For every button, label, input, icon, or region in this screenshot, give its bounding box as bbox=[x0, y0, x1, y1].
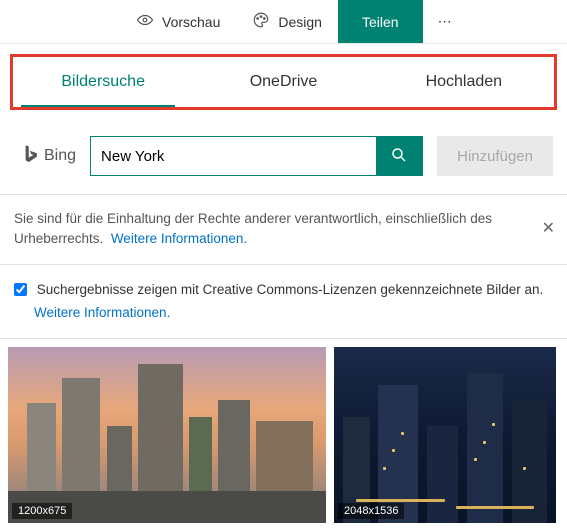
tab-image-search[interactable]: Bildersuche bbox=[13, 57, 193, 107]
top-toolbar: Vorschau Design Teilen ⋯ bbox=[0, 0, 567, 44]
image-source-tabs: Bildersuche OneDrive Hochladen bbox=[10, 54, 557, 110]
search-row: Bing Hinzufügen bbox=[0, 110, 567, 194]
result-thumbnail[interactable]: 2048x1536 bbox=[334, 347, 556, 523]
design-label: Design bbox=[278, 14, 322, 30]
cc-checkbox[interactable] bbox=[14, 283, 27, 296]
share-label: Teilen bbox=[362, 14, 399, 30]
more-button[interactable]: ⋯ bbox=[423, 0, 467, 43]
rights-notice: Sie sind für die Einhaltung der Rechte a… bbox=[0, 194, 567, 265]
result-thumbnail[interactable]: 1200x675 bbox=[8, 347, 326, 523]
eye-icon bbox=[136, 11, 154, 32]
bing-label: Bing bbox=[44, 147, 76, 165]
search-button[interactable] bbox=[376, 137, 422, 175]
tab-upload[interactable]: Hochladen bbox=[374, 57, 554, 107]
preview-label: Vorschau bbox=[162, 14, 220, 30]
add-button: Hinzufügen bbox=[437, 136, 553, 176]
cc-more-info-link[interactable]: Weitere Informationen. bbox=[34, 302, 553, 324]
dimensions-badge: 1200x675 bbox=[12, 503, 72, 519]
tab-image-search-label: Bildersuche bbox=[61, 73, 145, 91]
search-box bbox=[90, 136, 423, 176]
tab-onedrive-label: OneDrive bbox=[250, 73, 318, 91]
search-input[interactable] bbox=[91, 137, 376, 175]
rights-notice-link[interactable]: Weitere Informationen. bbox=[111, 231, 247, 246]
search-icon bbox=[390, 146, 408, 167]
design-button[interactable]: Design bbox=[236, 0, 338, 43]
tab-upload-label: Hochladen bbox=[426, 73, 503, 91]
preview-button[interactable]: Vorschau bbox=[120, 0, 236, 43]
palette-icon bbox=[252, 11, 270, 32]
tab-onedrive[interactable]: OneDrive bbox=[193, 57, 373, 107]
bing-brand: Bing bbox=[22, 144, 76, 169]
results-grid: 1200x675 2048x1536 bbox=[0, 339, 567, 531]
rights-notice-text: Sie sind für die Einhaltung der Rechte a… bbox=[14, 211, 492, 246]
cc-checkbox-label: Suchergebnisse zeigen mit Creative Commo… bbox=[37, 282, 544, 297]
share-button[interactable]: Teilen bbox=[338, 0, 423, 43]
close-icon[interactable]: ✕ bbox=[542, 217, 555, 241]
bing-icon bbox=[22, 144, 38, 169]
dimensions-badge: 2048x1536 bbox=[338, 503, 404, 519]
ellipsis-icon: ⋯ bbox=[438, 13, 452, 30]
cc-filter-row: Suchergebnisse zeigen mit Creative Commo… bbox=[0, 265, 567, 339]
add-button-label: Hinzufügen bbox=[457, 148, 533, 165]
